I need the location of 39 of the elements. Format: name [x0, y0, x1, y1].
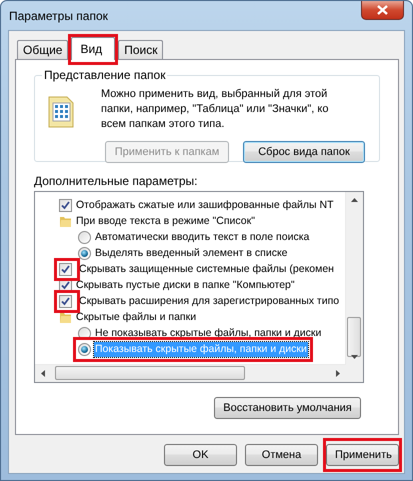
option-label[interactable]: При вводе текста в режиме "Список" [75, 214, 256, 228]
close-button[interactable] [361, 1, 404, 20]
settings-list[interactable] [34, 191, 364, 383]
scroll-up-icon[interactable] [351, 198, 358, 202]
option-label[interactable]: Выделять введенный элемент в списке [94, 246, 288, 260]
cancel-button[interactable]: Отмена [245, 444, 318, 466]
scroll-left-icon[interactable] [41, 370, 45, 377]
apply-button[interactable]: Применить [326, 444, 399, 466]
option-label[interactable]: Скрывать пустые диски в папке "Компьютер" [75, 278, 296, 292]
option-label[interactable]: Отображать сжатые или зашифрованные файлы NT [75, 198, 335, 212]
option-label[interactable]: Скрытые файлы и папки [75, 310, 198, 324]
folder-icon [59, 214, 72, 228]
tab[interactable]: Общие [17, 40, 68, 59]
window-title: Параметры папок [9, 8, 108, 22]
radio-button[interactable] [78, 246, 91, 260]
vertical-scrollbar[interactable] [345, 192, 363, 365]
tab[interactable]: Вид [71, 37, 116, 60]
horizontal-scrollbar[interactable] [35, 364, 346, 382]
checkbox[interactable] [59, 262, 72, 276]
scroll-thumb[interactable] [55, 366, 245, 380]
ok-button[interactable]: OK [164, 444, 237, 466]
tab[interactable]: Поиск [118, 40, 164, 59]
close-icon [377, 5, 388, 15]
restore-defaults-button[interactable]: Восстановить умолчания [214, 397, 361, 419]
option-label[interactable]: Скрывать защищенные системные файлы (рекомен [78, 262, 335, 276]
radio-button[interactable] [78, 230, 91, 244]
checkbox[interactable] [59, 294, 72, 308]
option-label[interactable]: Скрывать расширения для зарегистрированных типо [78, 294, 340, 308]
scroll-right-icon[interactable] [336, 370, 340, 377]
option-label[interactable]: Не показывать скрытые файлы, папки и диски [94, 326, 322, 340]
option-label[interactable]: Автоматически вводить текст в поле поиска [94, 230, 310, 244]
scroll-thumb[interactable] [347, 317, 361, 357]
reset-folders-button[interactable]: Сброс вида папок [243, 141, 365, 163]
group-title: Представление папок [43, 68, 166, 82]
checkbox[interactable] [59, 198, 72, 212]
description-text: Можно применить вид, выбранный для этой папки, например, "Таблица" или "Значки", ко всем папкам этого типа. [101, 87, 330, 132]
scroll-down-icon[interactable] [351, 355, 358, 359]
section-label: Дополнительные параметры: [34, 174, 198, 188]
radio-button[interactable] [78, 342, 91, 356]
